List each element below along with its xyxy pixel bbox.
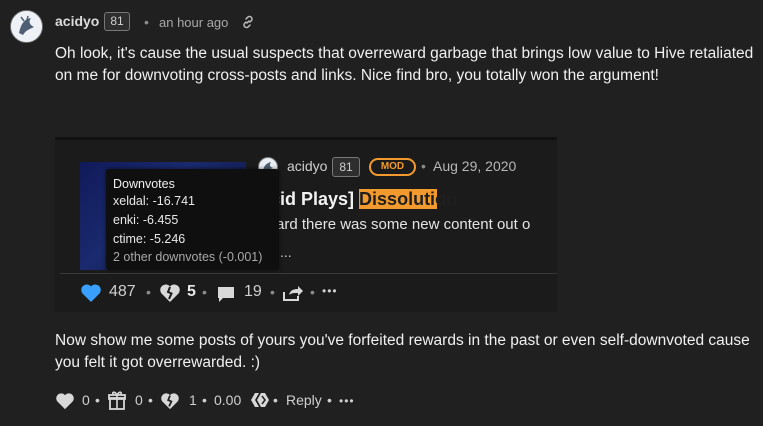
separator-dot: •: [202, 392, 207, 408]
divider: [60, 273, 557, 274]
embed-username[interactable]: acidyo: [287, 158, 327, 174]
gift-icon[interactable]: [108, 390, 126, 410]
separator-dot: •: [146, 284, 151, 300]
separator-dot: •: [270, 284, 275, 300]
tooltip-line: enki: -6.455: [113, 213, 179, 227]
heart-icon[interactable]: [55, 392, 75, 410]
username[interactable]: acidyo: [55, 13, 99, 29]
embed-ellipsis: ...: [280, 244, 292, 260]
tooltip-line: ctime: -5.246: [113, 232, 186, 246]
payout-value[interactable]: 0.00: [214, 392, 241, 408]
broken-heart-icon[interactable]: [159, 283, 181, 303]
comment-body-paragraph: Now show me some posts of yours you've f…: [55, 332, 750, 371]
avatar[interactable]: [10, 10, 43, 43]
link-icon[interactable]: [240, 14, 256, 30]
reputation-badge: 81: [104, 12, 130, 31]
broken-heart-icon[interactable]: [160, 392, 180, 410]
mod-badge: MOD: [369, 158, 416, 176]
timestamp[interactable]: an hour ago: [159, 15, 228, 30]
tooltip-other: 2 other downvotes (-0.001): [113, 250, 263, 264]
embed-downvote-count[interactable]: 5: [187, 283, 196, 301]
embed-post-title[interactable]: cid Plays] Dissolution: [270, 189, 458, 210]
embed-comment-count[interactable]: 19: [244, 283, 262, 301]
separator-dot: •: [327, 392, 332, 408]
separator-dot: •: [148, 392, 153, 408]
separator-dot: •: [95, 392, 100, 408]
separator-dot: •: [310, 284, 315, 300]
title-prefix: cid Plays]: [270, 189, 360, 209]
title-highlight: Dissolu: [359, 189, 425, 209]
separator-dot: •: [202, 284, 207, 300]
embed-reputation-badge: 81: [332, 157, 360, 177]
more-options-icon[interactable]: •••: [339, 394, 355, 408]
separator-dot: •: [421, 158, 426, 174]
tooltip-header: Downvotes: [113, 177, 175, 191]
gift-count[interactable]: 0: [135, 392, 143, 408]
embed-date[interactable]: Aug 29, 2020: [433, 158, 516, 174]
hive-logo-icon[interactable]: [250, 392, 272, 408]
embed-upvote-count[interactable]: 487: [109, 283, 136, 301]
more-options-icon[interactable]: •••: [322, 284, 338, 298]
comment-body-paragraph: Oh look, it's cause the usual suspects t…: [55, 45, 754, 84]
reply-button[interactable]: Reply: [286, 392, 322, 408]
share-icon[interactable]: [282, 284, 304, 302]
title-highlight-end: tion: [424, 189, 458, 209]
embed-snippet: ard there was some new content out o: [276, 216, 531, 233]
separator-dot: •: [144, 14, 149, 30]
comment-icon[interactable]: [216, 285, 236, 303]
heart-icon[interactable]: [80, 283, 102, 303]
downvote-count[interactable]: 1: [189, 392, 197, 408]
separator-dot: •: [273, 392, 278, 408]
tooltip-line: xeldal: -16.741: [113, 194, 196, 208]
downvotes-tooltip: Downvotes xeldal: -16.741 enki: -6.455 c…: [106, 169, 279, 270]
upvote-count[interactable]: 0: [82, 392, 90, 408]
